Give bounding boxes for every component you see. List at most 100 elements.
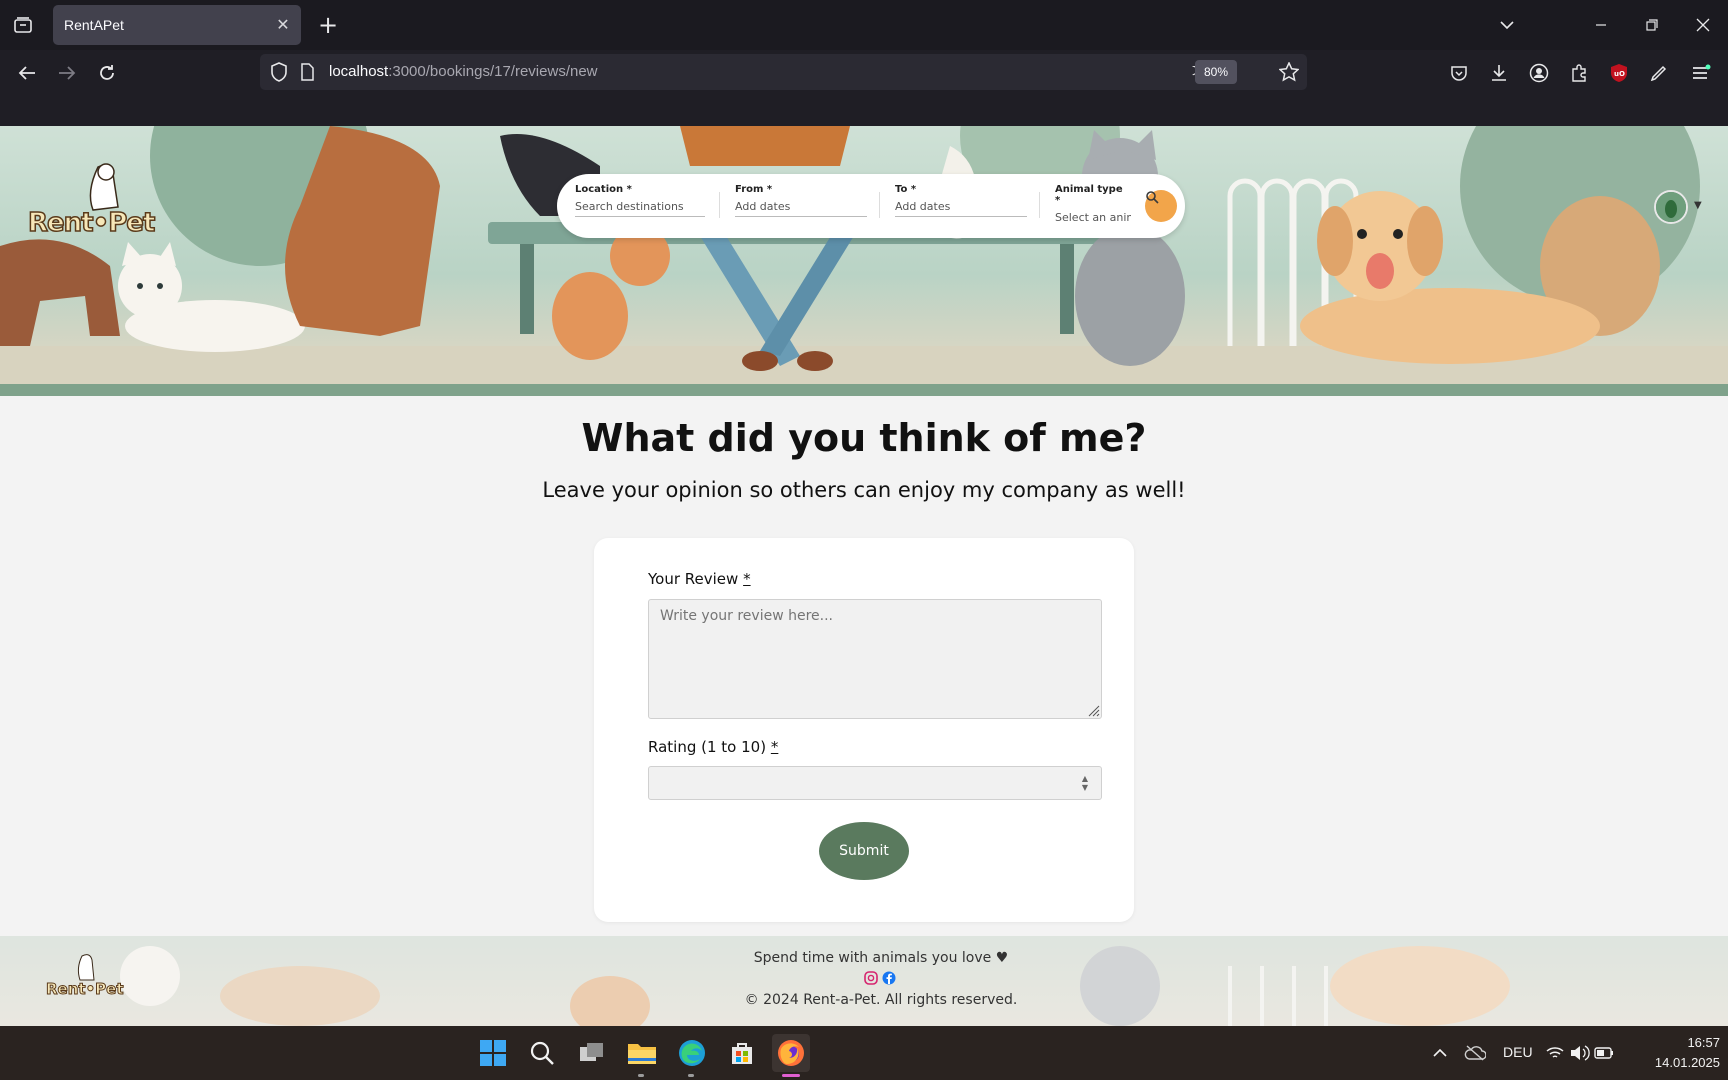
app-menu-button[interactable] [1686, 58, 1716, 88]
folder-icon [628, 1044, 656, 1064]
list-all-tabs-button[interactable] [1492, 10, 1522, 40]
back-button[interactable] [12, 58, 42, 88]
restore-button[interactable] [1637, 10, 1667, 40]
hamburger-menu-icon [1693, 64, 1711, 79]
location-field[interactable]: Location * Search destinations [575, 184, 705, 224]
extensions-button[interactable] [1564, 58, 1594, 88]
instagram-icon[interactable] [864, 971, 878, 985]
to-label: To * [895, 184, 917, 195]
minimize-button[interactable] [1586, 10, 1616, 40]
url-host: localhost [329, 63, 389, 80]
close-tab-icon[interactable]: ✕ [273, 15, 293, 35]
avatar-icon [1656, 192, 1686, 222]
forward-button[interactable] [52, 58, 82, 88]
restore-icon [1646, 19, 1658, 31]
edge-button[interactable] [673, 1034, 711, 1072]
tab-strip: RentAPet ✕ + [0, 0, 1728, 50]
puzzle-icon [1572, 64, 1586, 82]
address-bar[interactable]: localhost:3000/bookings/17/reviews/new 文… [260, 54, 1307, 90]
rentapet-logo[interactable]: Rent•Pet [27, 162, 158, 242]
file-explorer-button[interactable] [623, 1034, 661, 1072]
caret-down-icon[interactable]: ▼ [1694, 200, 1702, 211]
location-input[interactable]: Search destinations [575, 200, 705, 217]
divider [1039, 192, 1040, 218]
pocket-button[interactable] [1444, 58, 1474, 88]
clock-time[interactable]: 16:57 [1660, 1035, 1720, 1050]
firefox-taskbar-button[interactable] [772, 1034, 810, 1072]
url-path: :3000/bookings/17/reviews/new [388, 63, 598, 80]
windows-logo-icon [480, 1040, 506, 1066]
task-view-button[interactable] [573, 1034, 611, 1072]
user-avatar[interactable] [1654, 190, 1688, 224]
clock-date[interactable]: 14.01.2025 [1638, 1055, 1720, 1070]
running-indicator [688, 1074, 694, 1077]
search-icon [1146, 191, 1159, 204]
customize-button[interactable] [1644, 58, 1674, 88]
submit-button[interactable]: Submit [819, 822, 909, 880]
taskbar-search-button[interactable] [523, 1034, 561, 1072]
resize-handle-icon[interactable] [1086, 703, 1100, 717]
reload-button[interactable] [92, 58, 122, 88]
page: Rent•Pet Location * Search destinations … [0, 126, 1728, 1026]
to-date-field[interactable]: To * Add dates [895, 184, 1027, 224]
downloads-button[interactable] [1484, 58, 1514, 88]
zoom-level-button[interactable]: 80% [1195, 60, 1237, 84]
ms-store-button[interactable] [723, 1034, 761, 1072]
number-spinner-icon[interactable]: ▲ ▼ [1079, 774, 1091, 792]
edge-icon [679, 1040, 705, 1066]
search-icon [530, 1041, 554, 1065]
reload-icon [100, 65, 114, 80]
to-date-input[interactable]: Add dates [895, 200, 1027, 217]
from-date-input[interactable]: Add dates [735, 200, 867, 217]
rating-input[interactable]: ▲ ▼ [648, 766, 1102, 800]
animal-type-select[interactable]: Select an animal [1055, 211, 1131, 227]
cloud-off-icon [1464, 1045, 1486, 1061]
close-window-button[interactable] [1688, 10, 1718, 40]
ublock-button[interactable]: uO [1604, 58, 1634, 88]
page-title: What did you think of me? [581, 416, 1147, 460]
search-button[interactable] [1145, 190, 1177, 222]
footer: Rent•Pet Spend time with animals you lov… [0, 936, 1728, 1026]
facebook-icon[interactable] [882, 971, 896, 985]
firefox-view-icon [14, 17, 32, 33]
running-indicator [638, 1074, 644, 1077]
from-date-field[interactable]: From * Add dates [735, 184, 867, 224]
review-form: Your Review * Rating (1 to 10) * ▲▼ Subm… [594, 538, 1134, 922]
animal-type-field[interactable]: Animal type * Select an animal [1055, 184, 1131, 224]
location-label: Location * [575, 184, 632, 195]
svg-text:uO: uO [1614, 70, 1625, 78]
page-info-icon[interactable] [300, 63, 314, 85]
windows-taskbar: DEU 16:57 14.01.2025 [0, 1026, 1728, 1080]
url-text[interactable]: localhost:3000/bookings/17/reviews/new [329, 63, 598, 80]
language-indicator[interactable]: DEU [1503, 1044, 1533, 1060]
new-tab-button[interactable]: + [314, 11, 342, 39]
download-icon [1492, 65, 1506, 81]
chevron-up-icon [1433, 1048, 1447, 1057]
task-view-icon [580, 1043, 603, 1061]
forward-arrow-icon [59, 66, 76, 80]
shield-icon[interactable] [270, 62, 288, 86]
tab-rentapet[interactable]: RentAPet ✕ [53, 5, 301, 45]
search-bar: Location * Search destinations From * Ad… [557, 174, 1185, 238]
minimize-icon [1596, 24, 1606, 26]
account-icon [1529, 63, 1549, 83]
onedrive-button[interactable] [1455, 1034, 1495, 1072]
pets-illustration [0, 126, 1728, 396]
firefox-view-button[interactable] [10, 12, 36, 38]
quick-settings-button[interactable] [1540, 1034, 1620, 1072]
wifi-volume-battery-icon [1546, 1045, 1613, 1061]
divider [879, 192, 880, 218]
start-button[interactable] [474, 1034, 512, 1072]
firefox-icon [778, 1040, 804, 1066]
account-button[interactable] [1524, 58, 1554, 88]
tab-title: RentAPet [64, 17, 124, 33]
show-hidden-icons-button[interactable] [1420, 1034, 1460, 1072]
browser-chrome: RentAPet ✕ + localhost:3000/bookings/17/… [0, 0, 1728, 126]
bookmark-star-icon[interactable] [1278, 61, 1300, 86]
navigation-toolbar: localhost:3000/bookings/17/reviews/new 文… [0, 50, 1728, 96]
review-textarea[interactable] [648, 599, 1102, 719]
logo-text: Rent•Pet [27, 207, 156, 239]
pen-icon [1650, 65, 1667, 82]
animal-type-label: Animal type * [1055, 184, 1123, 206]
pocket-icon [1451, 66, 1467, 81]
